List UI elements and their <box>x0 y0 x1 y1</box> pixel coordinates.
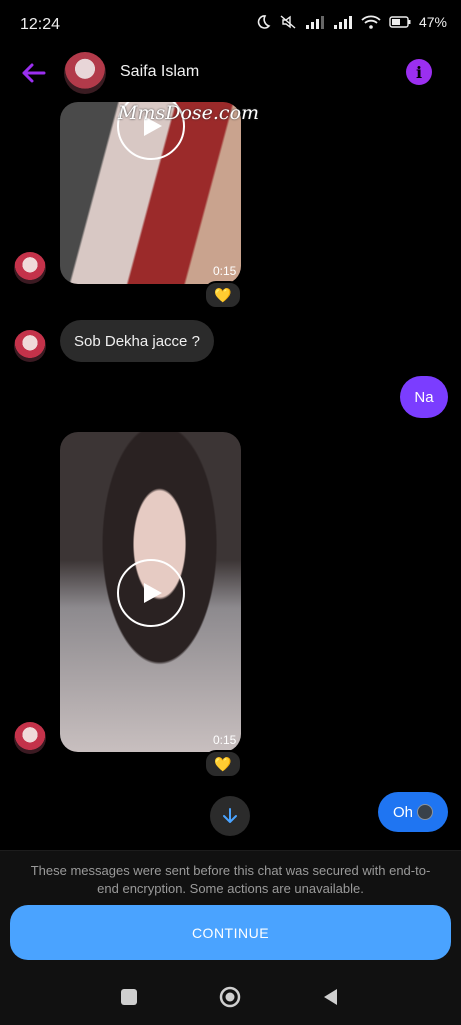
reaction-badge[interactable]: 💛 <box>204 281 242 309</box>
home-icon[interactable] <box>219 986 241 1008</box>
battery-icon <box>389 15 411 29</box>
sender-avatar <box>14 330 46 362</box>
scroll-down-button[interactable] <box>210 796 250 836</box>
outgoing-message[interactable]: Oh <box>378 792 448 832</box>
video-duration: 0:15 <box>213 264 237 278</box>
encryption-notice: These messages were sent before this cha… <box>30 863 431 896</box>
wifi-icon <box>361 15 381 29</box>
play-icon[interactable] <box>117 559 185 627</box>
video-message[interactable]: 0:15 <box>60 102 241 284</box>
contact-name[interactable]: Saifa Islam <box>120 63 199 81</box>
emoji-icon <box>417 804 433 820</box>
signal-icon <box>333 15 353 29</box>
sender-avatar <box>14 252 46 284</box>
recents-icon[interactable] <box>121 989 137 1005</box>
reaction-badge[interactable]: 💛 <box>204 750 242 778</box>
contact-avatar[interactable] <box>64 52 106 94</box>
continue-button[interactable]: CONTINUE <box>10 905 451 960</box>
moon-icon <box>255 14 271 30</box>
signal-icon <box>305 15 325 29</box>
status-bar: 12:24 47% <box>0 0 461 50</box>
arrow-left-icon[interactable] <box>18 58 48 88</box>
sender-avatar <box>14 722 46 754</box>
watermark-text: MmsDose.com <box>118 102 260 124</box>
status-icons: 47% <box>255 14 447 30</box>
back-triangle-icon[interactable] <box>321 987 341 1007</box>
outgoing-message[interactable]: Na <box>400 376 448 418</box>
info-icon[interactable]: i <box>406 59 432 85</box>
video-message[interactable]: 0:15 <box>60 432 241 752</box>
mute-icon <box>279 14 297 30</box>
incoming-message[interactable]: Sob Dekha jacce ? <box>60 320 214 362</box>
arrow-down-icon <box>223 808 237 823</box>
message-text: Oh <box>392 803 413 821</box>
status-time: 12:24 <box>20 16 61 33</box>
video-duration: 0:15 <box>213 733 237 747</box>
battery-percent: 47% <box>418 14 447 30</box>
